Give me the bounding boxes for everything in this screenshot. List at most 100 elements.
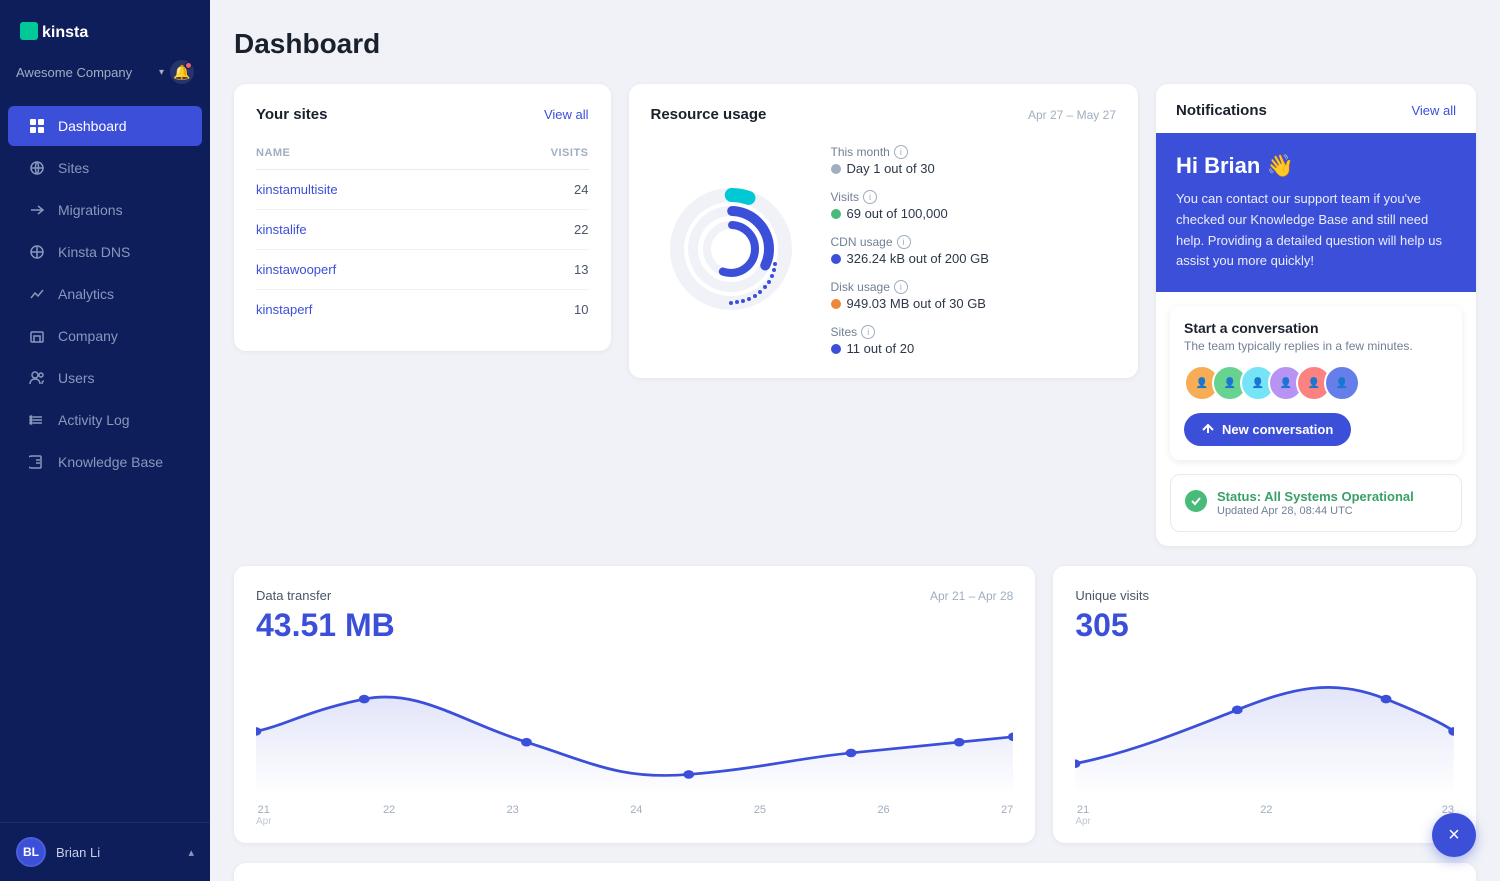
disk-label: Disk usage i [831,280,1117,294]
svg-text:kinsta: kinsta [42,24,88,41]
sidebar-item-knowledge-base[interactable]: Knowledge Base [8,442,202,482]
x-label-25: 25 [754,804,766,827]
status-text: Status: All Systems Operational Updated … [1217,489,1414,517]
status-check-icon [1185,490,1207,512]
site-link[interactable]: kinstalife [256,222,307,237]
your-sites-view-all[interactable]: View all [544,107,589,122]
site-visits: 22 [574,222,588,237]
uv-x-label-22: 22 [1260,804,1272,827]
unique-visits-value: 305 [1075,607,1454,644]
site-link[interactable]: kinstaperf [256,302,312,317]
notifications-desc: You can contact our support team if you'… [1176,189,1456,272]
sidebar-item-label: Users [58,370,95,386]
sidebar-item-sites[interactable]: Sites [8,148,202,188]
cdn-usage-card: CDN usage Mar 29 – Apr… 34.73 MB [234,863,1476,881]
x-label-21: 21 Apr [256,804,272,827]
sites-list: kinstamultisite 24 kinstalife 22 kinstaw… [256,170,589,329]
info-icon[interactable]: i [863,190,877,204]
sites-table-header: NAME VISITS [256,141,589,170]
new-conversation-button[interactable]: New conversation [1184,413,1351,446]
donut-chart [661,179,801,319]
user-name: Brian Li [56,845,178,860]
sidebar-item-label: Activity Log [58,412,130,428]
info-icon[interactable]: i [894,145,908,159]
unique-visits-svg [1075,656,1454,796]
table-row: kinstawooperf 13 [256,250,589,290]
user-menu[interactable]: BL Brian Li ▴ [0,822,210,881]
cdn-section: CDN usage i 326.24 kB out of 200 GB [831,235,1117,266]
sidebar-item-users[interactable]: Users [8,358,202,398]
conv-title: Start a conversation [1184,320,1448,336]
site-link[interactable]: kinstamultisite [256,182,338,197]
notifications-header: Notifications View all [1156,84,1476,133]
status-title: Status: All Systems Operational [1217,489,1414,504]
users-icon [28,369,46,387]
your-sites-title: Your sites [256,106,327,123]
info-icon[interactable]: i [861,325,875,339]
sidebar-item-label: Analytics [58,286,114,302]
dot-green [831,209,841,219]
notifications-title: Notifications [1176,102,1267,119]
x-label-22: 22 [383,804,395,827]
logo-area: kinsta [0,0,210,54]
resource-usage-title: Resource usage [651,106,767,123]
sidebar-item-dashboard[interactable]: Dashboard [8,106,202,146]
transfer-date: Apr 21 – Apr 28 [930,589,1013,603]
chevron-down-icon[interactable]: ▾ [159,67,164,78]
site-link[interactable]: kinstawooperf [256,262,336,277]
data-transfer-card: Data transfer Apr 21 – Apr 28 43.51 MB [234,566,1035,843]
sidebar-item-activity-log[interactable]: Activity Log [8,400,202,440]
unique-visits-x-labels: 21 Apr 22 23 [1075,796,1454,827]
sidebar-item-company[interactable]: Company [8,316,202,356]
start-conversation-box: Start a conversation The team typically … [1170,306,1462,460]
unique-visits-label: Unique visits [1075,588,1149,603]
day-out-of: Day 1 out of 30 [831,161,1117,176]
transfer-x-labels: 21 Apr 22 23 24 25 26 [256,796,1013,827]
company-selector[interactable]: Awesome Company ▾ 🔔 [0,54,210,100]
notifications-panel: Notifications View all Hi Brian 👋 You ca… [1156,84,1476,546]
page-title: Dashboard [234,28,1476,60]
site-visits: 24 [574,182,588,197]
resource-card-inner: This month i Day 1 out of 30 Visits i [651,141,1117,356]
site-visits: 13 [574,262,588,277]
this-month-section: This month i Day 1 out of 30 [831,145,1117,176]
disk-section: Disk usage i 949.03 MB out of 30 GB [831,280,1117,311]
sidebar-item-kinsta-dns[interactable]: Kinsta DNS [8,232,202,272]
cdn-value: 326.24 kB out of 200 GB [831,251,1117,266]
avatar-6: 👤 [1324,365,1360,401]
close-button[interactable]: × [1432,813,1476,857]
sidebar-item-label: Kinsta DNS [58,244,130,260]
x-label-24: 24 [630,804,642,827]
sidebar-item-label: Knowledge Base [58,454,163,470]
this-month-label: This month i [831,145,1117,159]
sidebar-item-label: Sites [58,160,89,176]
dot-blue [831,254,841,264]
notifications-hero: Hi Brian 👋 You can contact our support t… [1156,133,1476,292]
visits-value: 69 out of 100,000 [831,206,1117,221]
transfer-header: Data transfer Apr 21 – Apr 28 [256,588,1013,603]
company-actions: ▾ 🔔 [159,60,194,84]
resource-date-range: Apr 27 – May 27 [1028,108,1116,122]
sidebar-item-analytics[interactable]: Analytics [8,274,202,314]
list-icon [28,411,46,429]
notifications-view-all[interactable]: View all [1411,103,1456,118]
sidebar-item-migrations[interactable]: Migrations [8,190,202,230]
nav-menu: Dashboard Sites Migrations Kinsta DNS [0,100,210,822]
book-icon [28,453,46,471]
avatar: BL [16,837,46,867]
send-icon [1202,423,1216,437]
resource-usage-card: Resource usage Apr 27 – May 27 [629,84,1139,378]
transfer-chart-svg [256,656,1013,796]
chevron-up-icon: ▴ [188,846,194,859]
bottom-charts-row: Data transfer Apr 21 – Apr 28 43.51 MB [234,566,1476,843]
notification-bell[interactable]: 🔔 [170,60,194,84]
sites-label: Sites i [831,325,1117,339]
info-icon[interactable]: i [897,235,911,249]
checkmark-icon [1190,495,1202,507]
site-visits: 10 [574,302,588,317]
conv-avatars: 👤 👤 👤 👤 👤 👤 [1184,365,1448,401]
visits-label: Visits i [831,190,1117,204]
resource-usage-header: Resource usage Apr 27 – May 27 [651,106,1117,123]
dns-icon [28,243,46,261]
info-icon[interactable]: i [894,280,908,294]
